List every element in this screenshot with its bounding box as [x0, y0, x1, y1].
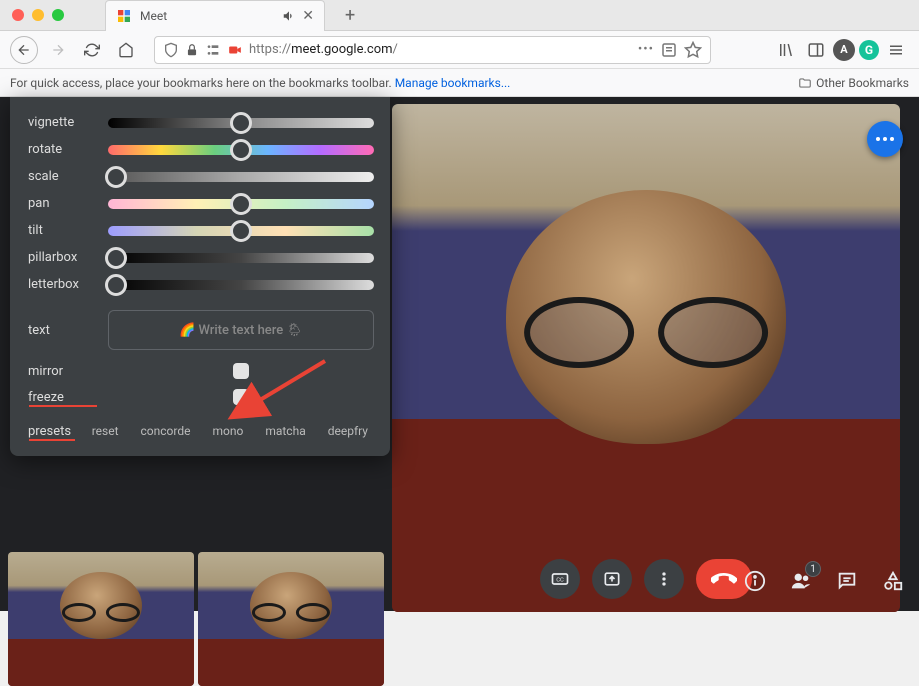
extension-button[interactable]: G	[859, 40, 879, 60]
new-tab-button[interactable]: +	[345, 5, 355, 26]
participants-button[interactable]: 1	[785, 565, 817, 597]
shield-icon[interactable]	[163, 42, 179, 58]
menu-button[interactable]	[883, 37, 909, 63]
preset-reset-button[interactable]: reset	[86, 422, 125, 440]
library-button[interactable]	[773, 37, 799, 63]
account-button[interactable]: A	[833, 39, 855, 61]
slider-row-letterbox: letterbox	[28, 271, 374, 298]
home-button[interactable]	[112, 36, 140, 64]
browser-tab[interactable]: Meet ✕	[105, 0, 325, 31]
preset-deepfry-button[interactable]: deepfry	[322, 422, 374, 440]
slider-row-vignette: vignette	[28, 109, 374, 136]
preset-matcha-button[interactable]: matcha	[259, 422, 311, 440]
window-controls	[12, 9, 64, 21]
shapes-icon	[882, 570, 904, 592]
tilt-slider[interactable]	[108, 226, 374, 236]
slider-label: pan	[28, 196, 98, 211]
url-bar: https://meet.google.com/ ••• A G	[0, 31, 919, 69]
vignette-slider[interactable]	[108, 118, 374, 128]
slider-label: tilt	[28, 223, 98, 238]
mirror-checkbox[interactable]	[233, 363, 249, 379]
text-overlay-row: text 🌈 Write text here 🌦	[28, 308, 374, 352]
info-icon	[744, 570, 766, 592]
mirror-label: mirror	[28, 364, 98, 379]
slider-label: vignette	[28, 115, 98, 130]
sidebar-button[interactable]	[803, 37, 829, 63]
activities-button[interactable]	[877, 565, 909, 597]
bookmark-hint: For quick access, place your bookmarks h…	[10, 76, 392, 90]
slider-row-scale: scale	[28, 163, 374, 190]
more-options-button[interactable]	[644, 559, 684, 599]
phone-icon	[711, 566, 737, 592]
reader-icon[interactable]	[660, 41, 678, 59]
rotate-slider[interactable]	[108, 145, 374, 155]
window-close-button[interactable]	[12, 9, 24, 21]
text-label: text	[28, 323, 98, 338]
bookmark-bar: For quick access, place your bookmarks h…	[0, 69, 919, 97]
vertical-dots-icon	[654, 569, 674, 589]
dots-icon	[876, 137, 894, 141]
slider-label: scale	[28, 169, 98, 184]
window-minimize-button[interactable]	[32, 9, 44, 21]
scale-slider[interactable]	[108, 172, 374, 182]
participant-count-badge: 1	[805, 561, 821, 577]
forward-button[interactable]	[44, 36, 72, 64]
window-maximize-button[interactable]	[52, 9, 64, 21]
slider-row-tilt: tilt	[28, 217, 374, 244]
main-video-feed	[392, 104, 900, 612]
manage-bookmarks-link[interactable]: Manage bookmarks...	[395, 76, 511, 90]
chat-icon	[836, 570, 858, 592]
mirror-row: mirror	[28, 358, 374, 384]
participant-thumbnail[interactable]	[8, 552, 194, 686]
slider-row-pillarbox: pillarbox	[28, 244, 374, 271]
meeting-info-button[interactable]	[739, 565, 771, 597]
meet-favicon-icon	[116, 8, 132, 24]
participant-thumbnails	[8, 552, 384, 686]
url-input[interactable]: https://meet.google.com/ •••	[154, 36, 711, 64]
pillarbox-slider[interactable]	[108, 253, 374, 263]
text-overlay-input[interactable]: 🌈 Write text here 🌦	[108, 310, 374, 350]
svg-text:CC: CC	[556, 578, 564, 584]
present-button[interactable]	[592, 559, 632, 599]
camera-icon[interactable]	[227, 43, 243, 57]
sound-icon[interactable]	[282, 9, 296, 23]
slider-row-rotate: rotate	[28, 136, 374, 163]
info-controls: 1	[739, 565, 909, 597]
lock-icon	[185, 43, 199, 57]
slider-label: rotate	[28, 142, 98, 157]
preset-mono-button[interactable]: mono	[206, 422, 249, 440]
tab-close-button[interactable]: ✕	[302, 8, 314, 24]
url-text: https://meet.google.com/	[249, 42, 632, 57]
freeze-label: freeze	[28, 390, 98, 405]
freeze-row: freeze	[28, 384, 374, 410]
letterbox-slider[interactable]	[108, 280, 374, 290]
url-more-icon[interactable]: •••	[638, 42, 654, 57]
presets-label: presets	[28, 424, 76, 439]
permissions-icon[interactable]	[205, 42, 221, 58]
slider-row-pan: pan	[28, 190, 374, 217]
freeze-checkbox[interactable]	[233, 389, 249, 405]
bookmark-star-icon[interactable]	[684, 41, 702, 59]
folder-icon	[798, 76, 812, 90]
captions-button[interactable]: CC	[540, 559, 580, 599]
back-button[interactable]	[10, 36, 38, 64]
participant-thumbnail[interactable]	[198, 552, 384, 686]
reload-button[interactable]	[78, 36, 106, 64]
tab-title: Meet	[140, 9, 167, 23]
other-bookmarks-button[interactable]: Other Bookmarks	[798, 76, 909, 90]
presets-row: presets reset concorde mono matcha deepf…	[28, 418, 374, 444]
effects-settings-panel: vignette rotate scale pan tilt pillarbox…	[10, 97, 390, 456]
slider-label: pillarbox	[28, 250, 98, 265]
more-actions-fab[interactable]	[867, 121, 903, 157]
window-titlebar: Meet ✕ +	[0, 0, 919, 31]
chat-button[interactable]	[831, 565, 863, 597]
tab-sound-close: ✕	[282, 8, 314, 24]
slider-label: letterbox	[28, 277, 98, 292]
preset-concorde-button[interactable]: concorde	[135, 422, 197, 440]
meet-content: vignette rotate scale pan tilt pillarbox…	[0, 97, 919, 611]
pan-slider[interactable]	[108, 199, 374, 209]
